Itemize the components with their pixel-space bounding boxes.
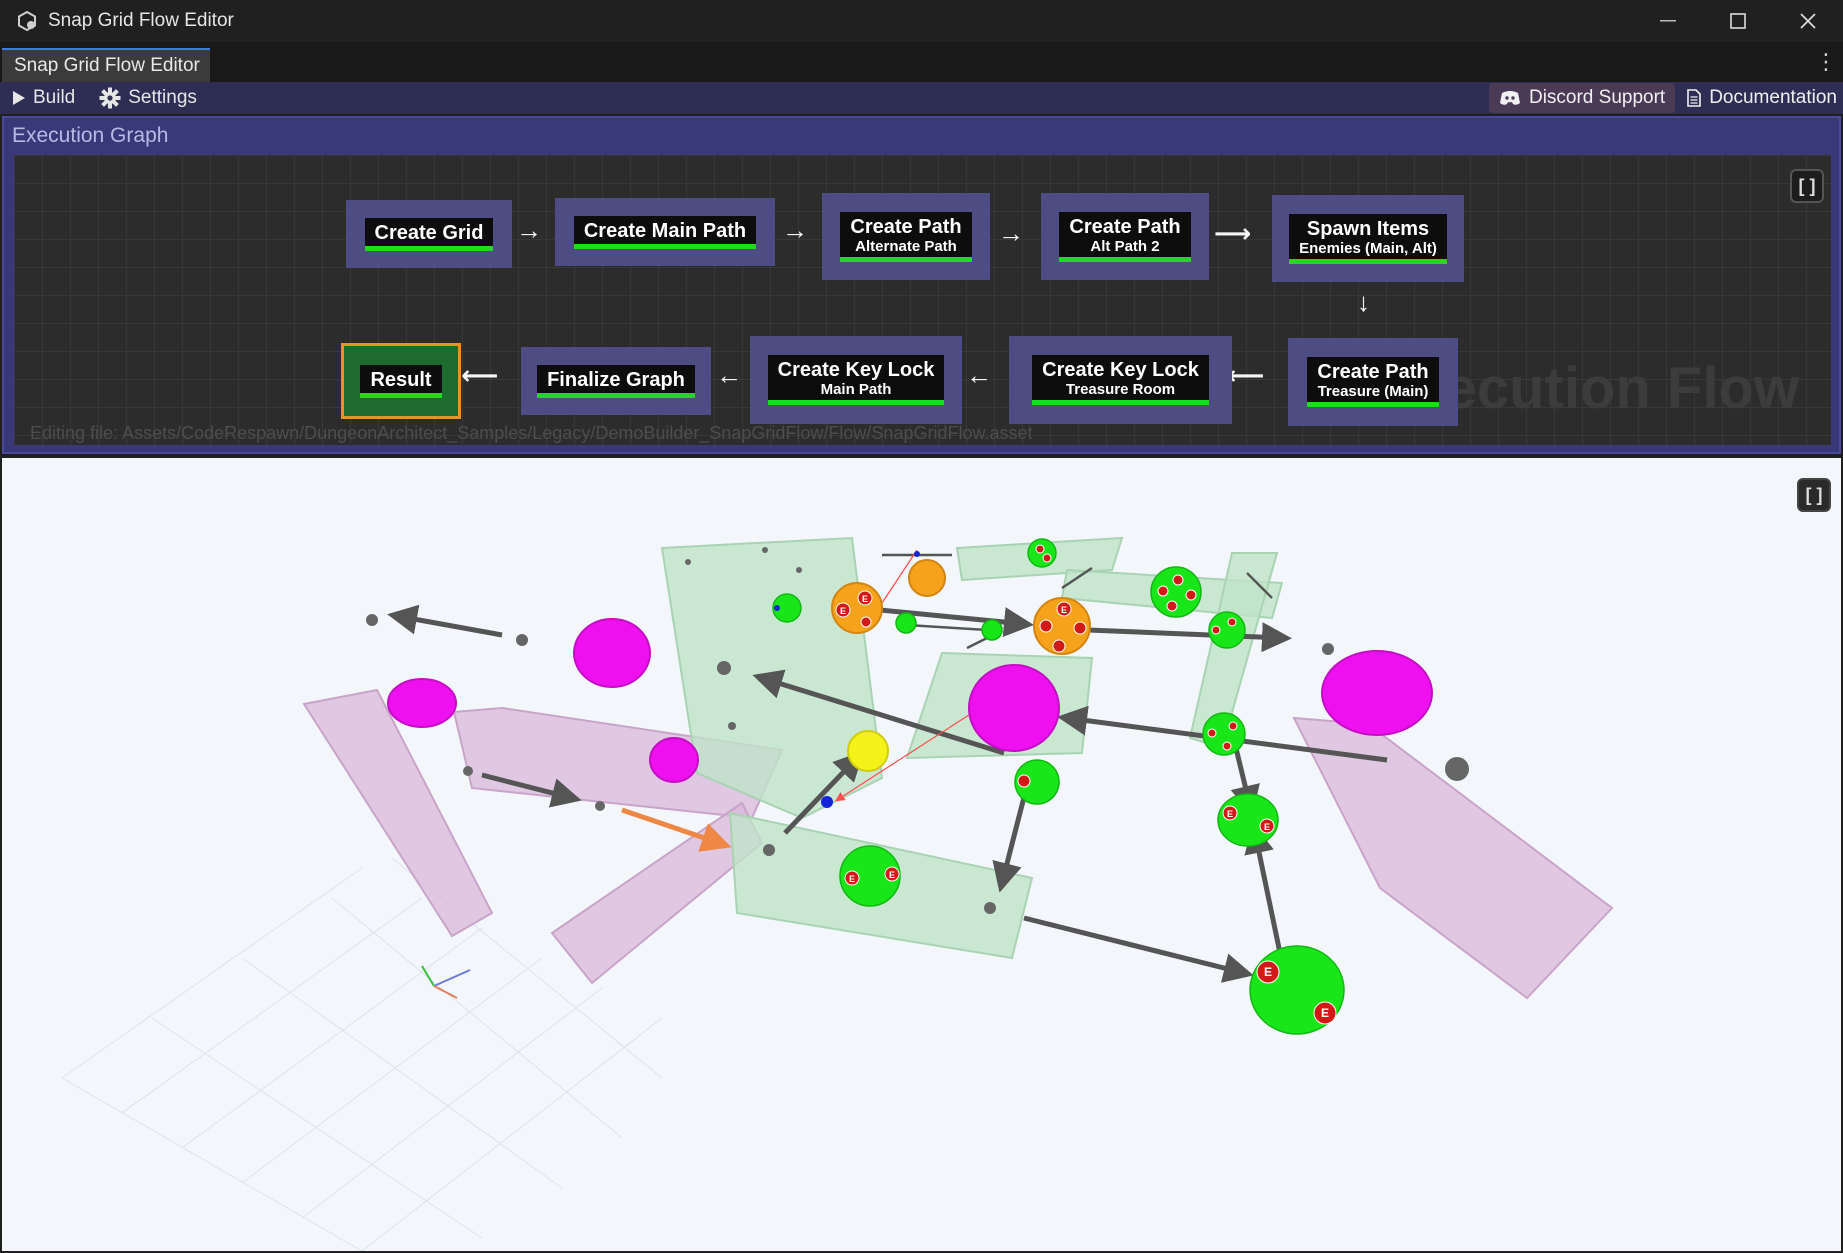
node-title: Create Key Lock [777, 359, 935, 381]
floor-grid [61, 857, 663, 1251]
window-controls [1633, 0, 1843, 42]
node-subtitle: Treasure Room [1065, 381, 1176, 398]
window-title: Snap Grid Flow Editor [48, 10, 234, 31]
node-create-grid[interactable]: Create Grid [346, 200, 512, 268]
play-icon [13, 91, 25, 105]
flow-arrow: ← [966, 360, 992, 390]
tab-label: Snap Grid Flow Editor [14, 55, 200, 76]
discord-label: Discord Support [1528, 87, 1666, 108]
flow-arrow: ⟶ [1214, 218, 1252, 248]
flow-arrow: ↓ [1357, 287, 1370, 317]
settings-label: Settings [128, 87, 197, 108]
toolbar-right: Discord Support Documentation [1488, 82, 1843, 114]
tab-snap-grid-flow-editor[interactable]: Snap Grid Flow Editor [2, 48, 210, 82]
node-title: Create Path [1069, 215, 1181, 238]
flow-arrow: ← [716, 360, 742, 390]
svg-text:E: E [1264, 822, 1270, 832]
maximize-icon[interactable] [1703, 0, 1773, 42]
tab-strip: Snap Grid Flow Editor ⋮ [0, 42, 1843, 82]
dungeon-preview-viewport[interactable]: [ ] E E E E E E E E E [2, 458, 1841, 1251]
svg-text:E: E [862, 594, 868, 604]
flow-arrow: ⟵ [461, 360, 499, 390]
build-label: Build [33, 87, 76, 108]
dungeon-layout-graph: E E E E E E E E E [61, 536, 1614, 1251]
node-title: Create Grid [374, 221, 484, 244]
svg-text:E: E [1321, 1006, 1329, 1020]
editing-file-path: Editing file: Assets/CodeRespawn/Dungeon… [30, 423, 1033, 443]
node-title: Finalize Graph [547, 368, 685, 391]
flow-arrow: ⟵ [1227, 360, 1265, 390]
documentation-button[interactable]: Documentation [1681, 83, 1843, 113]
svg-text:E: E [849, 874, 855, 884]
frame-all-icon[interactable]: [ ] [1790, 169, 1824, 203]
execution-graph-canvas[interactable]: Execution Flow Editing file: Assets/Code… [14, 155, 1831, 445]
node-create-key-lock-treasure[interactable]: Create Key Lock Treasure Room [1009, 336, 1232, 424]
node-title: Create Path [1317, 361, 1429, 383]
node-title: Spawn Items [1306, 217, 1430, 240]
node-subtitle: Treasure (Main) [1317, 383, 1429, 400]
node-subtitle: Alt Path 2 [1090, 237, 1160, 255]
node-create-path-alternate[interactable]: Create Path Alternate Path [822, 193, 990, 280]
node-finalize-graph[interactable]: Finalize Graph [521, 347, 711, 415]
execution-graph-header: Execution Graph [12, 124, 169, 147]
svg-text:E: E [1061, 605, 1067, 615]
node-subtitle: Main Path [820, 381, 892, 398]
axis-gizmo [421, 965, 471, 999]
minimize-icon[interactable] [1633, 0, 1703, 42]
node-title: Create Key Lock [1042, 359, 1199, 381]
node-create-key-lock-main[interactable]: Create Key Lock Main Path [750, 336, 962, 424]
flow-arrow: → [782, 215, 808, 245]
settings-button[interactable]: Settings [87, 82, 209, 114]
node-result[interactable]: Result [341, 343, 461, 419]
documentation-label: Documentation [1709, 87, 1837, 108]
execution-graph-panel: Execution Graph Execution Flow Editing f… [2, 116, 1841, 454]
more-options-icon[interactable]: ⋮ [1815, 51, 1837, 73]
flow-arrow: → [516, 215, 542, 245]
node-title: Result [370, 368, 432, 391]
node-create-main-path[interactable]: Create Main Path [555, 198, 775, 266]
node-subtitle: Alternate Path [855, 237, 957, 255]
node-title: Create Main Path [583, 219, 747, 242]
node-create-path-treasure[interactable]: Create Path Treasure (Main) [1288, 338, 1458, 426]
document-icon [1687, 89, 1702, 107]
svg-text:E: E [1227, 809, 1233, 819]
discord-support-button[interactable]: Discord Support [1488, 83, 1676, 113]
discord-icon [1499, 91, 1520, 105]
svg-text:E: E [1264, 965, 1272, 979]
toolbar: Build Settings Discord Support Documenta… [0, 82, 1843, 114]
node-title: Create Path [850, 215, 962, 238]
node-subtitle: Enemies (Main, Alt) [1299, 239, 1437, 257]
gear-icon [99, 87, 121, 109]
svg-text:E: E [889, 870, 895, 880]
title-bar: Snap Grid Flow Editor [0, 0, 1843, 42]
flow-arrow: → [998, 218, 1024, 248]
unity-cube-icon [18, 10, 36, 32]
room-node-yellow [847, 730, 889, 772]
build-button[interactable]: Build [0, 82, 87, 114]
node-create-path-alt2[interactable]: Create Path Alt Path 2 [1041, 193, 1209, 280]
node-spawn-items[interactable]: Spawn Items Enemies (Main, Alt) [1272, 195, 1464, 282]
svg-text:E: E [840, 606, 846, 616]
close-icon[interactable] [1773, 0, 1843, 42]
